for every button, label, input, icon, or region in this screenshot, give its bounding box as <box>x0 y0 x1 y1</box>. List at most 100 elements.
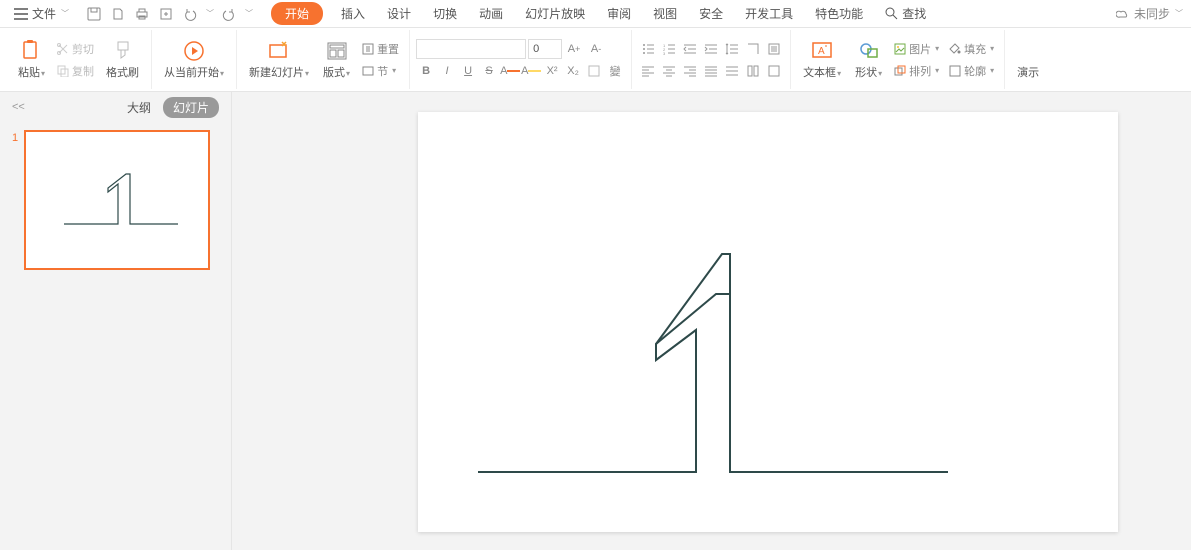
chevron-down-icon: ﹀ <box>61 8 69 19</box>
align-left-button[interactable] <box>638 61 658 81</box>
tab-view[interactable]: 视图 <box>649 1 681 26</box>
slide-canvas-area[interactable] <box>232 92 1191 550</box>
font-family-input[interactable] <box>416 39 526 59</box>
line-spacing-button[interactable] <box>722 39 742 59</box>
present-group: 演示 <box>1005 30 1051 89</box>
tab-start[interactable]: 开始 <box>271 2 323 25</box>
chevron-down-icon: ﹀ <box>1175 8 1183 19</box>
sync-status[interactable]: 未同步 ﹀ <box>1116 5 1183 22</box>
section-icon <box>362 65 374 77</box>
highlight-button[interactable]: A <box>521 61 541 81</box>
format-painter-button[interactable]: 格式刷 <box>100 40 145 80</box>
new-slide-button[interactable]: 新建幻灯片▾ <box>243 40 315 80</box>
underline-button[interactable]: U <box>458 61 478 81</box>
shape-button[interactable]: 形状▾ <box>849 40 888 80</box>
tab-devtools[interactable]: 开发工具 <box>741 1 797 26</box>
print-icon[interactable] <box>133 5 151 23</box>
font-size-input[interactable] <box>528 39 562 59</box>
picture-icon <box>894 43 906 55</box>
justify-button[interactable] <box>701 61 721 81</box>
slide-1[interactable] <box>418 112 1118 532</box>
slide-panel: << 大纲 幻灯片 1 <box>0 92 232 550</box>
file-label: 文件 <box>32 5 56 22</box>
slide-thumbnail-1[interactable] <box>24 130 210 270</box>
layout-icon <box>326 40 348 62</box>
clear-format-button[interactable] <box>584 61 604 81</box>
search-box[interactable]: 查找 <box>885 5 926 22</box>
shrink-font-button[interactable]: A- <box>586 39 606 59</box>
tab-animation[interactable]: 动画 <box>475 1 507 26</box>
brush-icon <box>112 40 134 62</box>
export-icon[interactable] <box>157 5 175 23</box>
phonetic-button[interactable]: 變 <box>605 61 625 81</box>
new-slide-icon <box>268 40 290 62</box>
outline-button[interactable]: 轮廓▾ <box>945 61 998 81</box>
undo-icon[interactable] <box>181 5 199 23</box>
italic-button[interactable]: I <box>437 61 457 81</box>
slide-number: 1 <box>12 130 18 270</box>
reset-icon <box>362 43 374 55</box>
slides-tab[interactable]: 幻灯片 <box>163 97 219 118</box>
superscript-button[interactable]: X² <box>542 61 562 81</box>
shape-icon <box>858 40 880 62</box>
bullets-button[interactable] <box>638 39 658 59</box>
undo-dropdown-icon[interactable]: ﹀ <box>206 8 214 19</box>
section-button[interactable]: 节▾ <box>358 61 403 81</box>
menubar: 文件 ﹀ ﹀ ﹀ 开始 插入 设计 切换 动画 幻灯片放映 审阅 视图 安全 开… <box>0 0 1191 28</box>
present-button[interactable]: 演示 <box>1011 40 1045 80</box>
save-icon[interactable] <box>85 5 103 23</box>
tab-slideshow[interactable]: 幻灯片放映 <box>521 1 589 26</box>
file-menu[interactable]: 文件 ﹀ <box>8 3 75 24</box>
tab-design[interactable]: 设计 <box>383 1 415 26</box>
textbox-button[interactable]: A 文本框▾ <box>797 40 847 80</box>
distribute-button[interactable] <box>722 61 742 81</box>
fill-button[interactable]: 填充▾ <box>945 39 998 59</box>
align-right-button[interactable] <box>680 61 700 81</box>
bold-button[interactable]: B <box>416 61 436 81</box>
drawing-group: A 文本框▾ 形状▾ 图片▾ 排列▾ 填充▾ 轮廓▾ <box>791 30 1005 89</box>
paste-button[interactable]: 粘贴▾ <box>12 40 51 80</box>
play-icon <box>183 40 205 62</box>
grow-font-button[interactable]: A+ <box>564 39 584 59</box>
redo-icon[interactable] <box>220 5 238 23</box>
paragraph-group: 123 <box>632 30 791 89</box>
tab-insert[interactable]: 插入 <box>337 1 369 26</box>
outline-icon <box>949 65 961 77</box>
slideshow-group: 从当前开始▾ <box>152 30 237 89</box>
numbering-button[interactable]: 123 <box>659 39 679 59</box>
side-tabs: << 大纲 幻灯片 <box>0 92 231 122</box>
search-label: 查找 <box>902 5 926 22</box>
strike-button[interactable]: S <box>479 61 499 81</box>
align-center-button[interactable] <box>659 61 679 81</box>
decrease-indent-button[interactable] <box>680 39 700 59</box>
subscript-button[interactable]: X₂ <box>563 61 583 81</box>
smartart-button[interactable] <box>764 61 784 81</box>
align-text-button[interactable] <box>764 39 784 59</box>
layout-button[interactable]: 版式▾ <box>317 40 356 80</box>
text-direction-button[interactable] <box>743 39 763 59</box>
outline-tab[interactable]: 大纲 <box>127 99 151 116</box>
reset-button[interactable]: 重置 <box>358 39 403 59</box>
increase-indent-button[interactable] <box>701 39 721 59</box>
picture-button[interactable]: 图片▾ <box>890 39 943 59</box>
copy-button[interactable]: 复制 <box>53 61 98 81</box>
thumbnail-shape-icon <box>26 132 208 268</box>
arrange-button[interactable]: 排列▾ <box>890 61 943 81</box>
ribbon: 粘贴▾ 剪切 复制 格式刷 从当前开始▾ 新建幻灯片▾ 版式▾ 重置 节▾ <box>0 28 1191 92</box>
arrange-icon <box>894 65 906 77</box>
from-current-button[interactable]: 从当前开始▾ <box>158 40 230 80</box>
slides-group: 新建幻灯片▾ 版式▾ 重置 节▾ <box>237 30 410 89</box>
print-preview-icon[interactable] <box>109 5 127 23</box>
cut-button[interactable]: 剪切 <box>53 39 98 59</box>
copy-icon <box>57 65 69 77</box>
columns-button[interactable] <box>743 61 763 81</box>
fill-icon <box>949 43 961 55</box>
tab-transition[interactable]: 切换 <box>429 1 461 26</box>
collapse-panel-button[interactable]: << <box>12 101 25 113</box>
tab-security[interactable]: 安全 <box>695 1 727 26</box>
redo-dropdown-icon[interactable]: ﹀ <box>245 8 253 19</box>
font-group: A+ A- B I U S A A X² X₂ 變 <box>410 30 632 89</box>
font-color-button[interactable]: A <box>500 61 520 81</box>
tab-features[interactable]: 特色功能 <box>811 1 867 26</box>
tab-review[interactable]: 审阅 <box>603 1 635 26</box>
